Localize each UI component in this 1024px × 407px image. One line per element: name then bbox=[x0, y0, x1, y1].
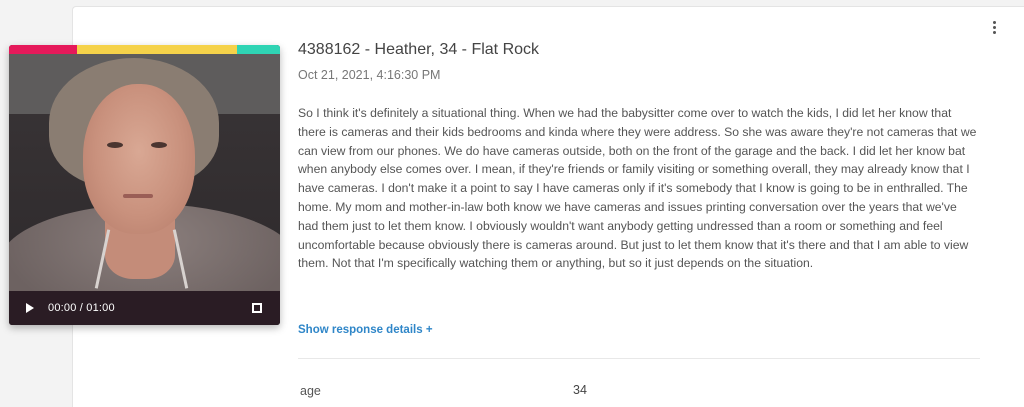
show-response-details-link[interactable]: Show response details + bbox=[298, 324, 433, 336]
response-timestamp: Oct 21, 2021, 4:16:30 PM bbox=[298, 68, 441, 82]
color-strip-segment bbox=[9, 45, 77, 54]
video-time: 00:00 / 01:00 bbox=[48, 302, 115, 314]
response-transcript: So I think it's definitely a situational… bbox=[298, 106, 977, 271]
video-player[interactable]: 00:00 / 01:00 bbox=[9, 45, 280, 325]
color-strip-segment bbox=[236, 45, 280, 54]
more-vert-icon[interactable] bbox=[986, 17, 1002, 37]
attribute-label-age: age bbox=[300, 384, 321, 398]
response-title: 4388162 - Heather, 34 - Flat Rock bbox=[298, 41, 540, 58]
play-icon[interactable] bbox=[26, 303, 34, 313]
sentiment-color-strip bbox=[9, 45, 280, 54]
video-controls: 00:00 / 01:00 bbox=[9, 291, 280, 325]
attribute-value-age: 34 bbox=[573, 383, 587, 397]
video-thumbnail[interactable] bbox=[9, 54, 280, 291]
divider bbox=[298, 358, 980, 359]
fullscreen-icon[interactable] bbox=[252, 303, 262, 313]
color-strip-segment bbox=[76, 45, 237, 54]
